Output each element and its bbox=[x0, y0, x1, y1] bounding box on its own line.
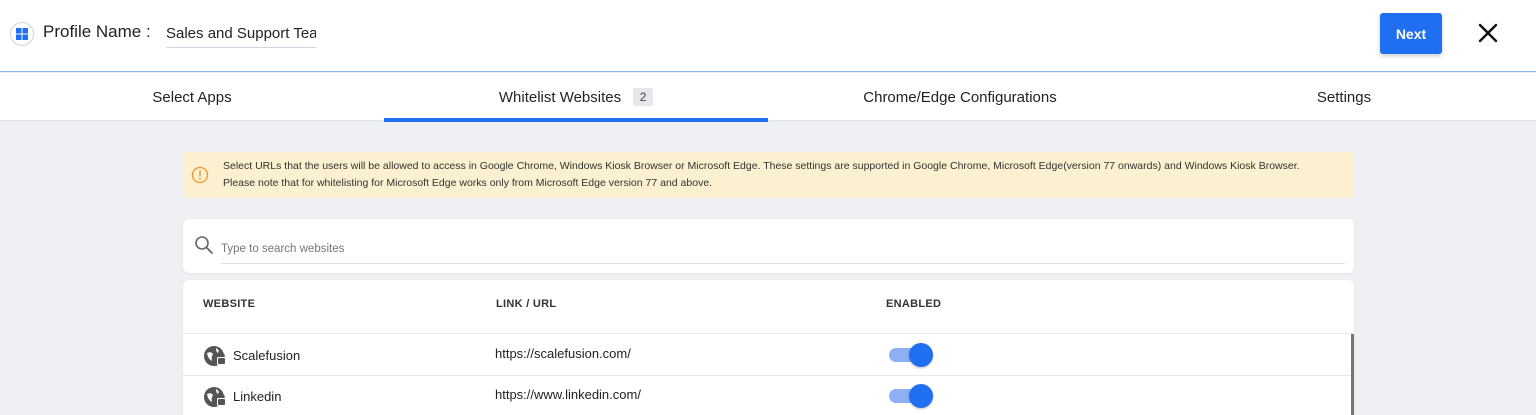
website-name: Scalefusion bbox=[233, 348, 301, 363]
tab-label: Settings bbox=[1316, 88, 1372, 106]
next-button[interactable]: Next bbox=[1380, 13, 1442, 54]
globe-lock-icon bbox=[203, 385, 227, 409]
profile-name-input[interactable] bbox=[166, 20, 316, 48]
enabled-toggle[interactable] bbox=[889, 343, 933, 367]
info-text: Select URLs that the users will be allow… bbox=[223, 160, 1300, 189]
search-icon bbox=[194, 235, 214, 255]
profile-name-label: Profile Name : bbox=[43, 22, 151, 41]
website-url: https://scalefusion.com/ bbox=[495, 346, 631, 361]
table-scrollbar[interactable] bbox=[1351, 334, 1354, 415]
toggle-knob bbox=[909, 384, 933, 408]
website-name: Linkedin bbox=[233, 389, 282, 404]
tab-label: Whitelist Websites bbox=[498, 88, 622, 106]
tab-label: Chrome/Edge Configurations bbox=[863, 88, 1057, 106]
tab-label: Select Apps bbox=[152, 88, 232, 106]
tab-select-apps[interactable]: Select Apps bbox=[0, 73, 384, 121]
table-row[interactable]: Linkedin https://www.linkedin.com/ bbox=[183, 376, 1354, 415]
enabled-toggle[interactable] bbox=[889, 384, 933, 408]
tab-whitelist-websites[interactable]: Whitelist Websites 2 bbox=[384, 73, 768, 122]
table-header: WEBSITE LINK / URL ENABLED bbox=[183, 280, 1354, 334]
website-url: https://www.linkedin.com/ bbox=[495, 387, 641, 402]
close-icon[interactable] bbox=[1475, 20, 1501, 46]
globe-lock-icon bbox=[203, 344, 227, 368]
websites-table: WEBSITE LINK / URL ENABLED Scalefusion h… bbox=[183, 280, 1354, 415]
column-header-website: WEBSITE bbox=[203, 298, 256, 310]
tab-settings[interactable]: Settings bbox=[1152, 73, 1536, 121]
toggle-knob bbox=[909, 343, 933, 367]
info-icon bbox=[191, 166, 209, 184]
search-bar bbox=[183, 219, 1354, 273]
search-input[interactable] bbox=[221, 234, 1345, 264]
windows-logo-icon bbox=[10, 22, 34, 46]
tab-chrome-edge-configurations[interactable]: Chrome/Edge Configurations bbox=[768, 73, 1152, 121]
count-badge: 2 bbox=[633, 88, 654, 106]
profile-header: Profile Name : Next bbox=[0, 0, 1536, 72]
tab-bar: Select Apps Whitelist Websites 2 Chrome/… bbox=[0, 73, 1536, 122]
column-header-url: LINK / URL bbox=[496, 298, 557, 310]
column-header-enabled: ENABLED bbox=[886, 298, 942, 310]
table-row[interactable]: Scalefusion https://scalefusion.com/ bbox=[183, 335, 1354, 376]
info-banner: Select URLs that the users will be allow… bbox=[183, 152, 1354, 198]
